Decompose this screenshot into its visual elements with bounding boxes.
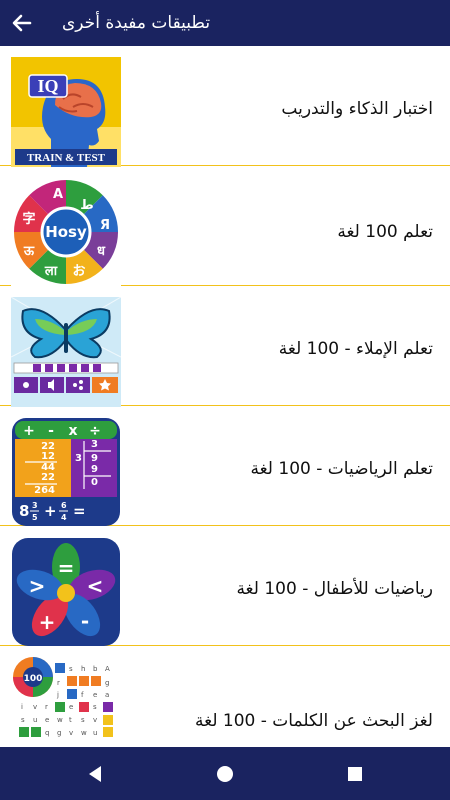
- svg-text:b: b: [93, 665, 98, 673]
- svg-text:Hosy: Hosy: [45, 223, 87, 241]
- svg-text:=: =: [58, 556, 75, 580]
- svg-text:v: v: [93, 716, 97, 724]
- svg-text:-: -: [81, 609, 89, 633]
- svg-text:4: 4: [61, 513, 67, 522]
- svg-text:お: お: [72, 264, 85, 279]
- app-label: اختبار الذكاء والتدريب: [281, 99, 433, 119]
- svg-text:e: e: [93, 691, 97, 699]
- svg-text:ला: ला: [44, 264, 58, 279]
- svg-text:6: 6: [61, 501, 67, 510]
- apps-list: IQ TRAIN & TEST اختبار الذكاء والتدريب H…: [0, 46, 450, 746]
- svg-text:÷: ÷: [89, 423, 101, 439]
- app-label: تعلم 100 لغة: [337, 222, 433, 242]
- svg-text:q: q: [45, 729, 49, 737]
- svg-text:3: 3: [91, 439, 98, 450]
- svg-text:r: r: [45, 703, 48, 711]
- svg-text:j: j: [56, 691, 59, 699]
- svg-text:h: h: [81, 665, 85, 673]
- svg-text:-: -: [48, 423, 54, 439]
- svg-text:22: 22: [41, 472, 55, 483]
- spelling-app-icon: [11, 297, 121, 407]
- list-item[interactable]: Hosy A ط Я ध お ला ऊ 字 تعلم 100 لغة: [0, 166, 450, 287]
- svg-text:r: r: [57, 679, 60, 687]
- app-bar: تطبيقات مفيدة أخرى: [0, 0, 450, 46]
- back-button[interactable]: [6, 7, 38, 39]
- iq-app-icon: IQ TRAIN & TEST: [11, 57, 121, 167]
- nav-back-icon: [89, 766, 101, 782]
- svg-text:8: 8: [19, 502, 29, 520]
- svg-text:字: 字: [22, 211, 35, 227]
- app-label: تعلم الرياضيات - 100 لغة: [250, 459, 433, 479]
- nav-back-button[interactable]: [80, 759, 110, 789]
- svg-text:e: e: [69, 703, 73, 711]
- svg-text:v: v: [69, 729, 73, 737]
- app-label: تعلم الإملاء - 100 لغة: [278, 339, 433, 359]
- list-item[interactable]: تعلم الإملاء - 100 لغة: [0, 286, 450, 407]
- svg-text:u: u: [93, 729, 97, 737]
- word-search-app-icon: 100 shbA rg jfea ivres suewtsv qgvwu: [11, 657, 121, 746]
- nav-recents-button[interactable]: [340, 759, 370, 789]
- svg-text:ऊ: ऊ: [23, 244, 35, 259]
- list-item[interactable]: + - x ÷ 22 12 44 22 264 3 3 9 9 0 8 3 5 …: [0, 406, 450, 526]
- nav-recents-icon: [348, 767, 362, 781]
- svg-text:>: >: [29, 574, 46, 598]
- svg-text:g: g: [105, 679, 109, 687]
- svg-text:=: =: [73, 502, 86, 520]
- svg-text:ध: ध: [97, 244, 106, 259]
- svg-text:t: t: [69, 716, 72, 724]
- svg-text:s: s: [81, 716, 85, 724]
- svg-text:5: 5: [32, 513, 38, 522]
- svg-text:s: s: [21, 716, 25, 724]
- svg-text:0: 0: [91, 477, 98, 488]
- arrow-left-icon: [12, 14, 32, 32]
- app-label: رياضيات للأطفال - 100 لغة: [236, 579, 433, 599]
- svg-text:w: w: [57, 716, 63, 724]
- system-nav-bar: [0, 747, 450, 800]
- svg-text:3: 3: [32, 501, 38, 510]
- svg-text:9: 9: [91, 464, 98, 475]
- nav-home-button[interactable]: [210, 759, 240, 789]
- svg-text:ط: ط: [80, 198, 94, 213]
- app-label: لغز البحث عن الكلمات - 100 لغة: [195, 711, 433, 731]
- svg-text:g: g: [57, 729, 61, 737]
- math-app-icon: + - x ÷ 22 12 44 22 264 3 3 9 9 0 8 3 5 …: [12, 418, 120, 526]
- svg-text:264: 264: [34, 485, 55, 496]
- svg-text:+: +: [44, 502, 57, 520]
- svg-text:12: 12: [41, 451, 55, 462]
- svg-text:u: u: [33, 716, 37, 724]
- page-title: تطبيقات مفيدة أخرى: [62, 13, 211, 33]
- nav-home-icon: [217, 766, 233, 782]
- iq-logo-text: IQ: [37, 76, 58, 96]
- svg-text:v: v: [33, 703, 37, 711]
- svg-text:i: i: [21, 703, 23, 711]
- svg-text:e: e: [45, 716, 49, 724]
- hosy-languages-app-icon: Hosy A ط Я ध お ला ऊ 字: [11, 177, 121, 287]
- svg-text:Я: Я: [100, 218, 110, 233]
- svg-text:+: +: [23, 423, 35, 439]
- list-item[interactable]: IQ TRAIN & TEST اختبار الذكاء والتدريب: [0, 46, 450, 167]
- svg-text:3: 3: [75, 453, 82, 464]
- svg-text:+: +: [39, 610, 56, 634]
- svg-text:x: x: [68, 423, 77, 439]
- svg-text:s: s: [93, 703, 97, 711]
- svg-text:100: 100: [24, 674, 43, 684]
- svg-text:w: w: [81, 729, 87, 737]
- svg-text:A: A: [105, 665, 110, 673]
- kids-math-app-icon: = < - + >: [12, 538, 120, 646]
- svg-text:9: 9: [91, 453, 98, 464]
- svg-text:a: a: [105, 691, 109, 699]
- svg-text:TRAIN & TEST: TRAIN & TEST: [27, 152, 106, 164]
- list-item[interactable]: = < - + > رياضيات للأطفال - 100 لغة: [0, 526, 450, 646]
- svg-text:A: A: [53, 187, 63, 202]
- list-item[interactable]: 100 shbA rg jfea ivres suewtsv qgvwu لغز…: [0, 646, 450, 746]
- svg-text:<: <: [87, 574, 104, 598]
- svg-text:s: s: [69, 665, 73, 673]
